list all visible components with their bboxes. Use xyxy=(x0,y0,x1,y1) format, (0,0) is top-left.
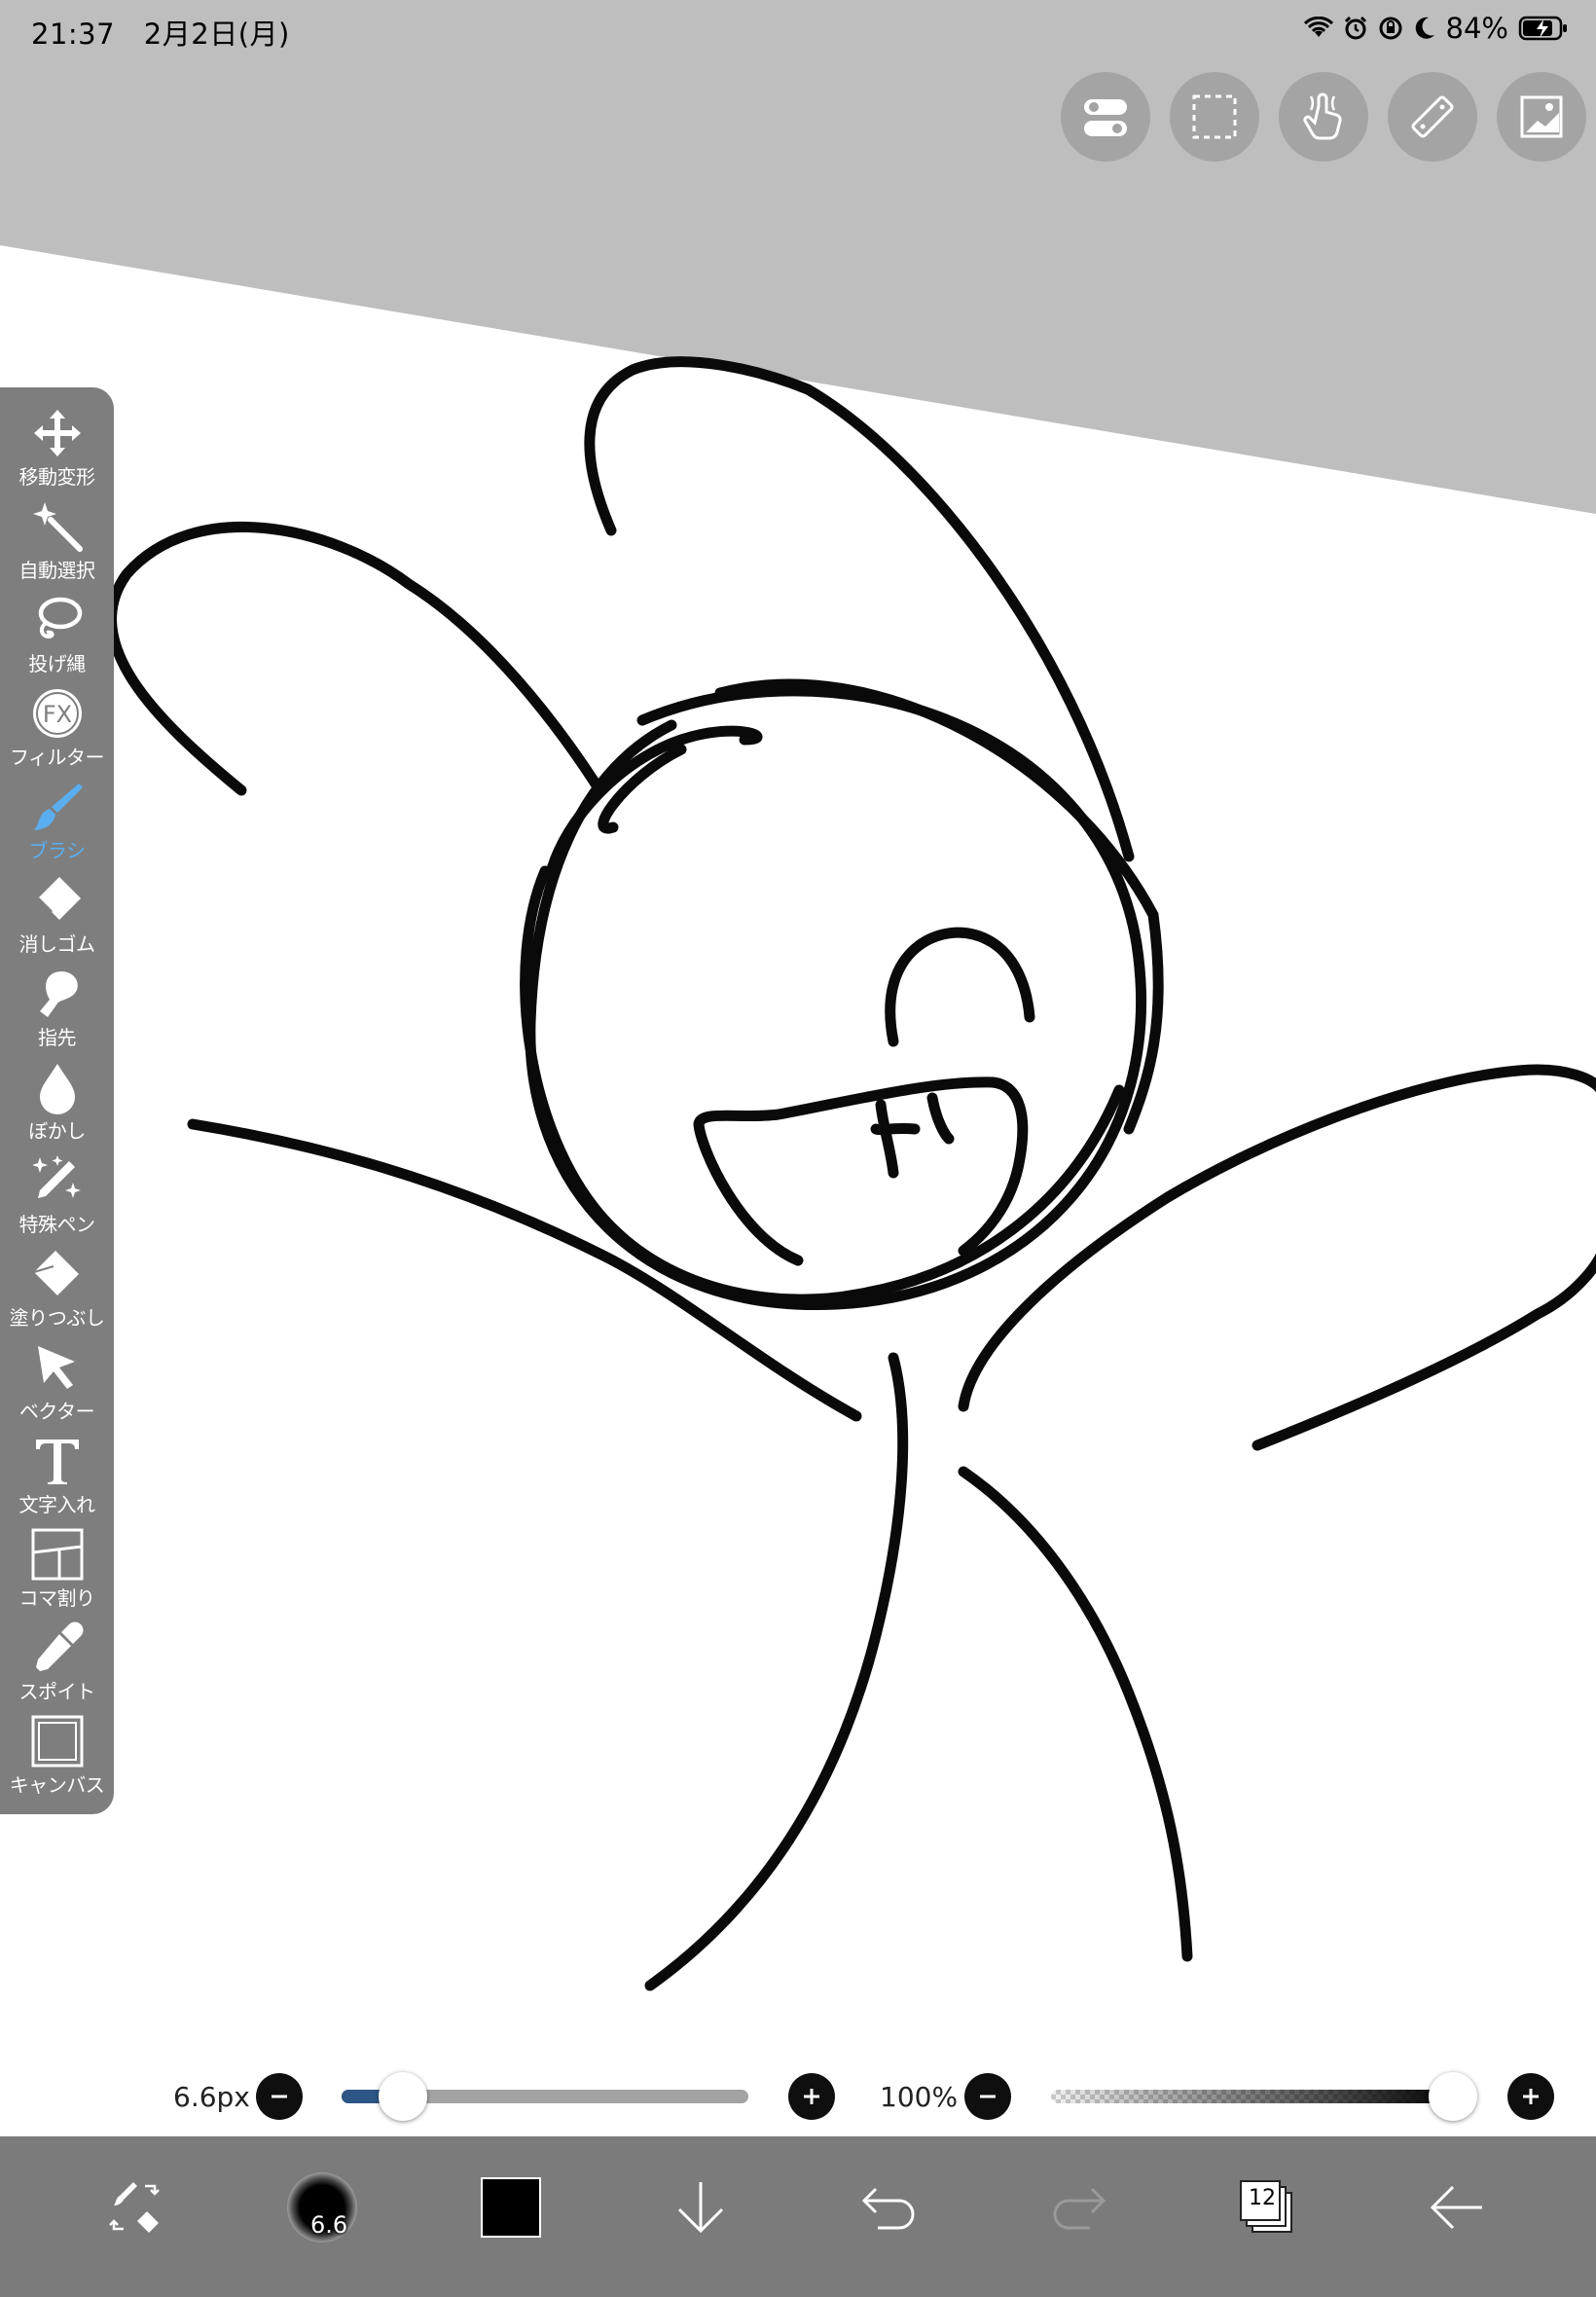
tool-label: 投げ縄 xyxy=(28,652,86,675)
selection-button[interactable] xyxy=(1170,72,1259,162)
tool-label: 移動変形 xyxy=(18,465,96,489)
tool-text[interactable]: 文字入れ xyxy=(0,1433,114,1526)
current-color-swatch xyxy=(481,2177,541,2238)
tool-auto-select[interactable]: 自動選択 xyxy=(0,498,114,592)
plus-icon xyxy=(1523,2089,1539,2104)
dashed-selection-icon xyxy=(1192,94,1237,139)
opacity-decrease-button[interactable] xyxy=(964,2073,1011,2120)
tool-label: 特殊ペン xyxy=(18,1213,96,1236)
undo-button[interactable] xyxy=(846,2164,933,2251)
brush-preview: 6.6 xyxy=(287,2172,357,2242)
move-arrows-icon xyxy=(33,410,81,456)
brush-size-preview-button[interactable]: 6.6 xyxy=(278,2164,366,2251)
tool-fill[interactable]: 塗りつぶし xyxy=(0,1246,114,1339)
magic-wand-icon xyxy=(32,502,83,552)
minus-icon xyxy=(980,2095,996,2098)
tool-label: 塗りつぶし xyxy=(9,1306,105,1330)
brush-size-readout: 6.6px xyxy=(173,2081,250,2113)
brush-icon xyxy=(33,784,83,830)
brush-eraser-swap-icon xyxy=(109,2182,160,2233)
tool-label: 指先 xyxy=(38,1026,77,1049)
eyedropper-icon xyxy=(35,1622,83,1671)
opacity-readout: 100% xyxy=(880,2081,959,2113)
tool-special-pen[interactable]: 特殊ペン xyxy=(0,1152,114,1246)
undo-icon xyxy=(861,2187,915,2230)
fill-bucket-icon xyxy=(33,1251,79,1295)
size-increase-button[interactable] xyxy=(788,2073,835,2120)
brush-eraser-swap-button[interactable] xyxy=(91,2164,179,2251)
color-button[interactable] xyxy=(467,2164,555,2251)
finger-icon xyxy=(39,971,78,1017)
size-decrease-button[interactable] xyxy=(256,2073,303,2120)
tool-label: 文字入れ xyxy=(18,1493,96,1516)
opacity-increase-button[interactable] xyxy=(1507,2073,1554,2120)
eraser-icon xyxy=(36,877,81,920)
tool-eyedropper[interactable]: スポイト xyxy=(0,1620,114,1713)
redo-button[interactable] xyxy=(1034,2164,1122,2251)
drawing-canvas[interactable] xyxy=(0,0,1596,2136)
left-toolbar: 移動変形 自動選択 投げ縄 FX フィルター ブラシ 消しゴム 指先 ぼかし 特… xyxy=(0,387,114,1814)
drop-icon xyxy=(39,1064,75,1114)
tool-label: ぼかし xyxy=(28,1119,86,1143)
layer-count: 12 xyxy=(1249,2186,1276,2210)
ruler-button[interactable] xyxy=(1388,72,1477,162)
opacity-slider[interactable] xyxy=(1051,2090,1458,2103)
canvas-icon xyxy=(31,1715,83,1768)
material-button[interactable] xyxy=(1497,72,1586,162)
quick-access-toggle-button[interactable] xyxy=(1061,72,1150,162)
frame-divide-icon xyxy=(31,1528,83,1581)
hand-touch-icon xyxy=(1303,92,1342,140)
bottom-toolbar: 6.6 12 xyxy=(0,2136,1596,2297)
svg-text:FX: FX xyxy=(42,701,71,728)
plus-icon xyxy=(804,2089,819,2104)
sparkle-pen-icon xyxy=(31,1155,81,1198)
image-icon xyxy=(1520,95,1563,138)
ruler-icon xyxy=(1411,95,1454,138)
tool-finger[interactable]: 指先 xyxy=(0,966,114,1059)
tool-label: 自動選択 xyxy=(18,559,96,582)
layers-icon: 12 xyxy=(1240,2180,1294,2235)
tool-filter[interactable]: FX フィルター xyxy=(0,685,114,779)
tool-label: コマ割り xyxy=(18,1586,96,1610)
minus-icon xyxy=(272,2095,287,2098)
gesture-button[interactable] xyxy=(1279,72,1368,162)
tool-label: ベクター xyxy=(18,1400,95,1423)
layers-button[interactable]: 12 xyxy=(1223,2164,1311,2251)
tool-blur[interactable]: ぼかし xyxy=(0,1059,114,1152)
vector-arrow-icon xyxy=(37,1346,75,1389)
arrow-left-icon xyxy=(1430,2185,1482,2230)
down-button[interactable] xyxy=(657,2164,744,2251)
brush-size-knob[interactable] xyxy=(378,2072,427,2121)
tool-label: ブラシ xyxy=(28,839,86,862)
fx-icon: FX xyxy=(32,689,82,738)
tool-label: 消しゴム xyxy=(18,932,96,956)
redo-icon xyxy=(1053,2187,1106,2230)
brush-sliders: 6.6px 100% xyxy=(0,2068,1596,2127)
back-button[interactable] xyxy=(1413,2164,1501,2251)
tool-move-transform[interactable]: 移動変形 xyxy=(0,405,114,498)
tool-label: キャンバス xyxy=(9,1773,105,1797)
tool-brush[interactable]: ブラシ xyxy=(0,779,114,872)
tool-lasso[interactable]: 投げ縄 xyxy=(0,592,114,685)
opacity-knob[interactable] xyxy=(1429,2072,1477,2121)
tool-vector[interactable]: ベクター xyxy=(0,1339,114,1433)
tool-eraser[interactable]: 消しゴム xyxy=(0,872,114,966)
brush-size-badge: 6.6 xyxy=(310,2211,348,2239)
tool-frame-divider[interactable]: コマ割り xyxy=(0,1526,114,1620)
text-t-icon xyxy=(35,1440,79,1484)
lasso-icon xyxy=(38,597,82,639)
tool-label: フィルター xyxy=(9,746,105,769)
arrow-down-icon xyxy=(677,2182,724,2234)
toggle-switch-icon xyxy=(1084,99,1127,136)
tool-label: スポイト xyxy=(18,1680,96,1703)
tool-canvas[interactable]: キャンバス xyxy=(0,1713,114,1806)
